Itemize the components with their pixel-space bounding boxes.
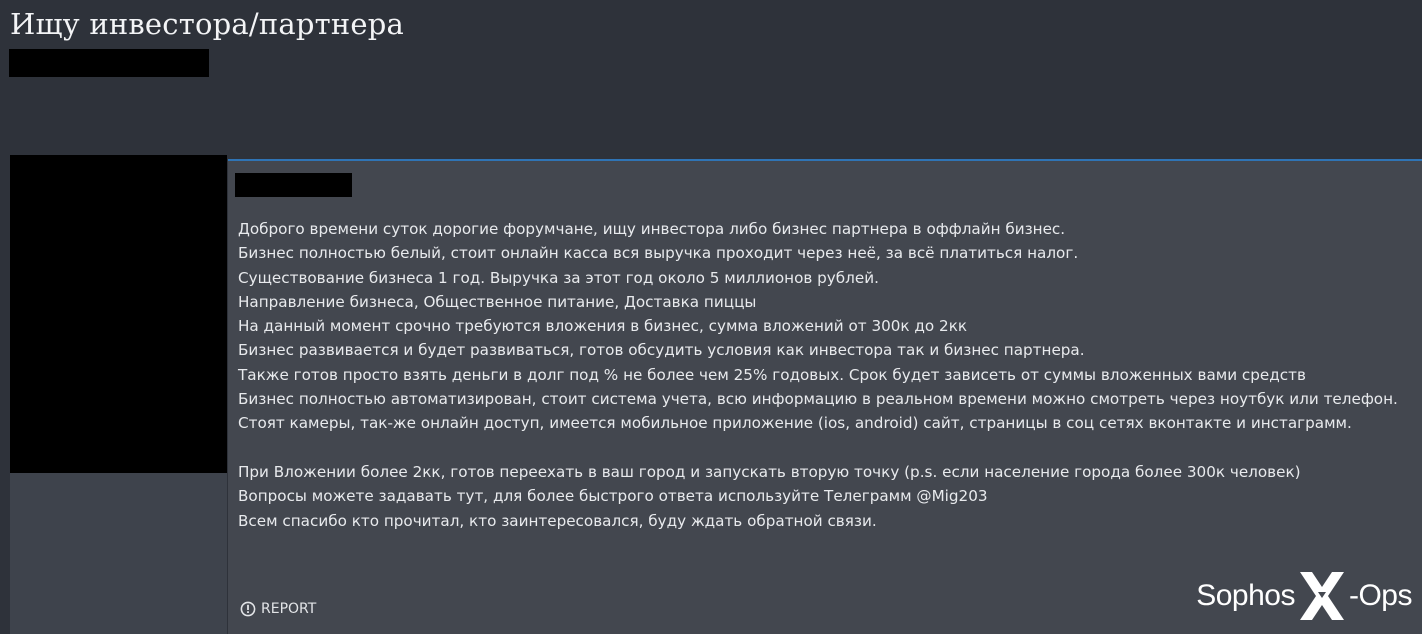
post-date-redacted: [235, 173, 352, 197]
report-label: REPORT: [261, 601, 317, 617]
report-button[interactable]: REPORT: [240, 601, 316, 617]
post-line: Существование бизнеса 1 год. Выручка за …: [238, 268, 879, 287]
post-body: Доброго времени суток дорогие форумчане,…: [238, 217, 1418, 533]
post-line: Бизнес полностью белый, стоит онлайн кас…: [238, 244, 1079, 263]
post-line: Доброго времени суток дорогие форумчане,…: [238, 220, 1066, 238]
post-line: Стоят камеры, так-же онлайн доступ, имее…: [238, 414, 1352, 433]
post-line: На данный момент срочно требуются вложен…: [238, 317, 968, 336]
post-line: Бизнес развивается и будет развиваться, …: [238, 341, 1085, 360]
x-mark-icon: [1296, 570, 1348, 622]
post-line: Всем спасибо кто прочитал, кто заинтерес…: [238, 511, 877, 530]
post-line: Также готов просто взять деньги в долг п…: [238, 365, 1306, 384]
avatar-redacted: [10, 155, 227, 473]
post-line-blank: [238, 436, 1418, 460]
thread-title: Ищу инвестора/партнера: [10, 7, 405, 41]
post-line: Направление бизнеса, Общественное питани…: [238, 292, 757, 311]
author-meta-redacted: [9, 49, 209, 77]
user-info-column: [10, 155, 227, 634]
post-line: Бизнес полностью автоматизирован, стоит …: [238, 390, 1398, 409]
alert-circle-icon: [240, 601, 256, 617]
post-main: Доброго времени суток дорогие форумчане,…: [228, 159, 1422, 634]
watermark-left-text: Sophos: [1196, 579, 1295, 612]
watermark-right-text: -Ops: [1348, 579, 1413, 612]
post-line: Вопросы можете задавать тут, для более б…: [238, 487, 988, 506]
post-line: При Вложении более 2кк, готов переехать …: [238, 462, 1301, 481]
sophos-xops-watermark: Sophos -Ops: [1196, 570, 1413, 622]
